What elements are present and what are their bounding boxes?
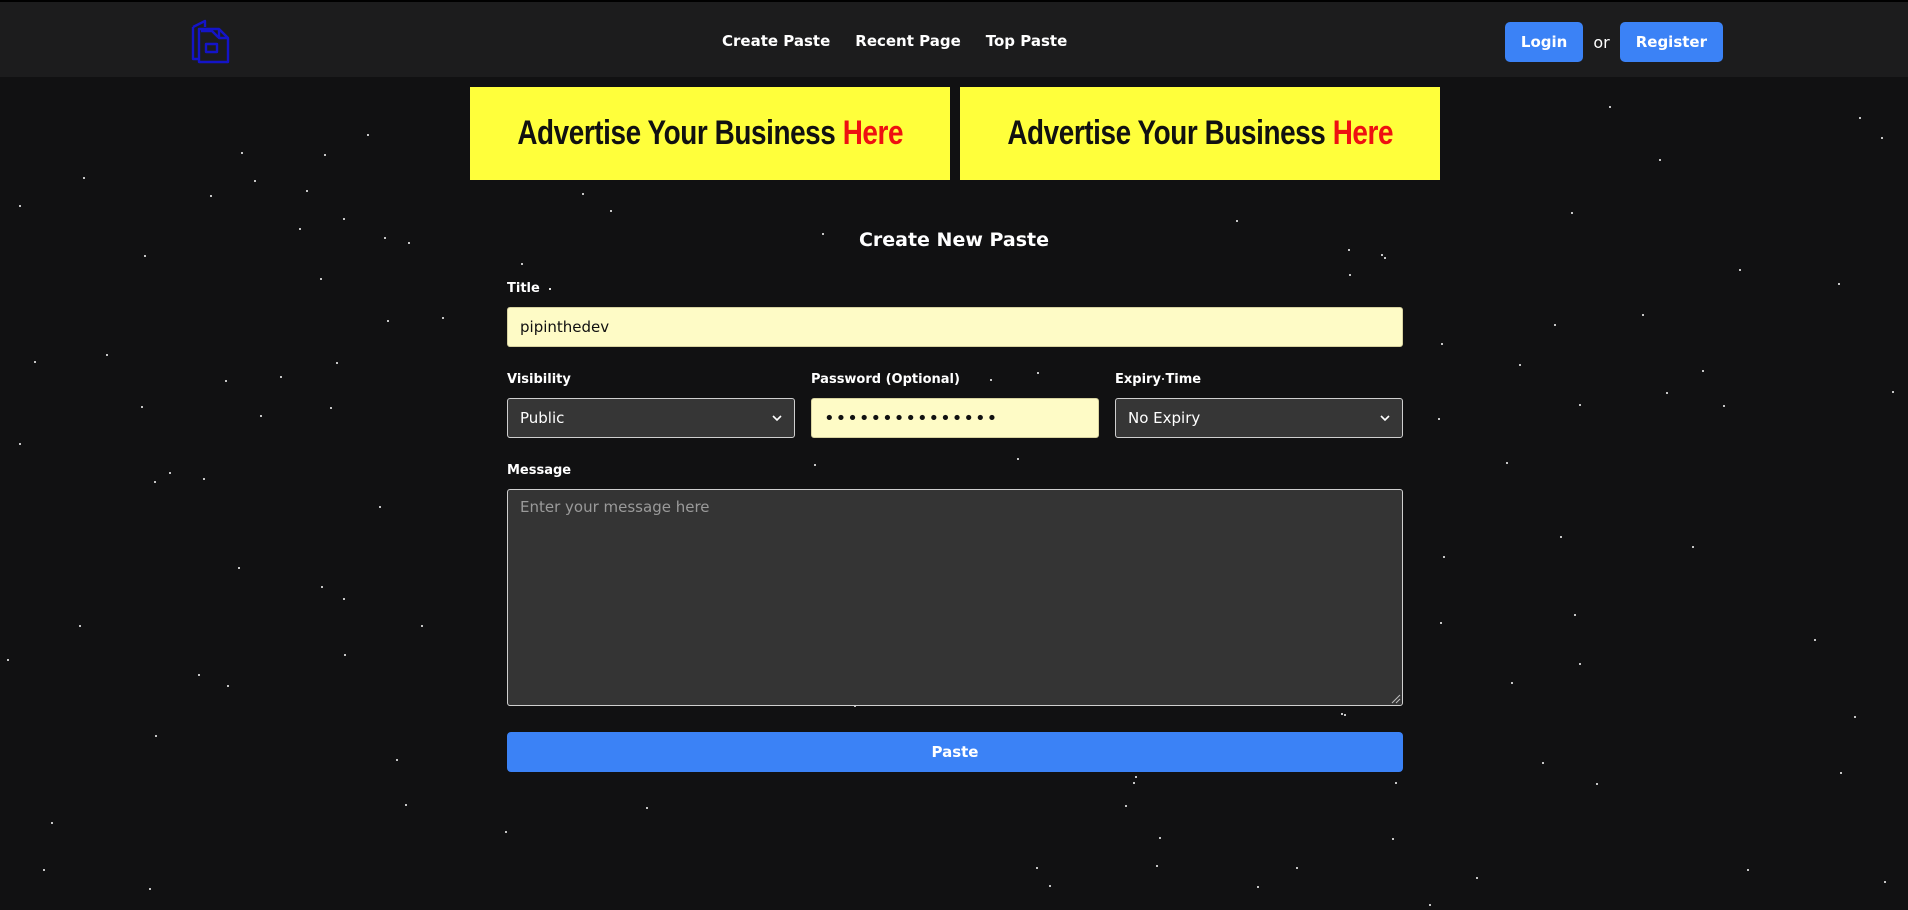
- top-navbar: Create Paste Recent Page Top Paste Login…: [0, 0, 1908, 77]
- ad-text: Advertise Your Business Here: [517, 114, 903, 153]
- nav-link-create-paste[interactable]: Create Paste: [722, 32, 830, 50]
- document-logo-icon[interactable]: [190, 18, 232, 64]
- ad-highlight-text: Here: [842, 114, 904, 152]
- auth-separator: or: [1593, 32, 1610, 52]
- login-button[interactable]: Login: [1504, 22, 1584, 62]
- ad-banners: Advertise Your Business Here Advertise Y…: [470, 87, 1440, 180]
- chevron-down-icon: [772, 415, 782, 422]
- password-label: Password (Optional): [811, 372, 960, 387]
- ad-main-text: Advertise Your Business: [1007, 114, 1326, 152]
- main-nav: Create Paste Recent Page Top Paste: [722, 32, 1067, 50]
- resize-handle-icon[interactable]: [1390, 693, 1401, 704]
- visibility-selected-value: Public: [520, 409, 565, 427]
- visibility-select[interactable]: Public: [507, 398, 795, 438]
- ad-highlight-text: Here: [1332, 114, 1394, 152]
- ad-main-text: Advertise Your Business: [517, 114, 836, 152]
- ad-banner-left[interactable]: Advertise Your Business Here: [470, 87, 950, 180]
- expiry-label: Expiry Time: [1115, 372, 1202, 387]
- auth-actions: Login or Register: [1504, 22, 1723, 62]
- chevron-down-icon: [1380, 415, 1390, 422]
- visibility-label: Visibility: [507, 372, 571, 387]
- message-textarea[interactable]: [507, 489, 1403, 706]
- title-input[interactable]: [507, 307, 1403, 347]
- paste-submit-button[interactable]: Paste: [507, 732, 1403, 772]
- password-input[interactable]: [811, 398, 1099, 438]
- expiry-select[interactable]: No Expiry: [1115, 398, 1403, 438]
- ad-text: Advertise Your Business Here: [1007, 114, 1393, 153]
- nav-link-recent-page[interactable]: Recent Page: [855, 32, 960, 50]
- title-label: Title: [507, 281, 540, 296]
- message-label: Message: [507, 463, 572, 478]
- ad-banner-right[interactable]: Advertise Your Business Here: [960, 87, 1440, 180]
- expiry-selected-value: No Expiry: [1128, 409, 1201, 427]
- page-title: Create New Paste: [858, 229, 1050, 251]
- nav-link-top-paste[interactable]: Top Paste: [986, 32, 1068, 50]
- register-button[interactable]: Register: [1619, 22, 1723, 62]
